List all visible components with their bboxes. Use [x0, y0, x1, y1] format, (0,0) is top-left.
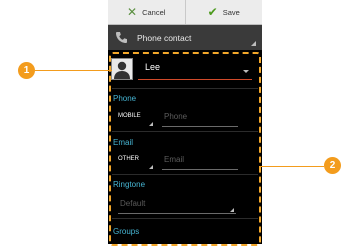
divider	[112, 88, 258, 89]
callout-badge-two: 2	[324, 157, 341, 174]
callout-badge-one: 1	[18, 62, 35, 79]
phone-input[interactable]: Phone	[164, 112, 187, 121]
person-icon	[114, 61, 130, 79]
highlight-border	[109, 52, 261, 246]
name-underline	[138, 79, 252, 80]
email-input[interactable]: Email	[164, 155, 184, 164]
divider	[112, 218, 258, 219]
cancel-button[interactable]: ✕ Cancel	[108, 0, 185, 24]
x-icon: ✕	[127, 5, 138, 19]
email-type-selector[interactable]: OTHER	[118, 156, 139, 162]
email-underline	[162, 169, 238, 170]
divider	[112, 174, 258, 175]
cancel-label: Cancel	[142, 7, 166, 17]
avatar[interactable]	[111, 58, 133, 80]
contact-form: Lee Phone MOBILE Phone Email OTHER Email…	[108, 51, 262, 246]
groups-section-title[interactable]: Groups	[113, 227, 139, 236]
phone-screen: ✕ Cancel ✔ Save Phone contact Lee Phone …	[108, 0, 262, 246]
dropdown-corner-icon	[149, 122, 153, 126]
name-field[interactable]: Lee	[145, 62, 160, 72]
ringtone-value: Default	[120, 199, 146, 208]
phone-icon	[116, 32, 127, 43]
phone-underline	[162, 126, 238, 127]
name-expand-icon[interactable]	[243, 70, 249, 73]
callout-leader-line	[35, 70, 112, 71]
account-selector[interactable]: Phone contact	[108, 25, 262, 50]
ringtone-section-title: Ringtone	[113, 180, 146, 189]
phone-section-title: Phone	[113, 94, 137, 103]
email-section-title: Email	[113, 138, 134, 147]
save-label: Save	[222, 7, 240, 17]
dropdown-corner-icon	[230, 208, 234, 212]
account-label: Phone contact	[137, 32, 192, 43]
action-bar: ✕ Cancel ✔ Save	[108, 0, 262, 25]
save-button[interactable]: ✔ Save	[184, 0, 263, 24]
phone-type-selector[interactable]: MOBILE	[118, 113, 141, 119]
dropdown-corner-icon	[149, 165, 153, 169]
ringtone-underline	[118, 213, 236, 214]
callout-leader-line	[259, 166, 324, 167]
dropdown-corner-icon	[251, 41, 256, 46]
checkmark-icon: ✔	[207, 5, 218, 19]
divider	[112, 131, 258, 132]
